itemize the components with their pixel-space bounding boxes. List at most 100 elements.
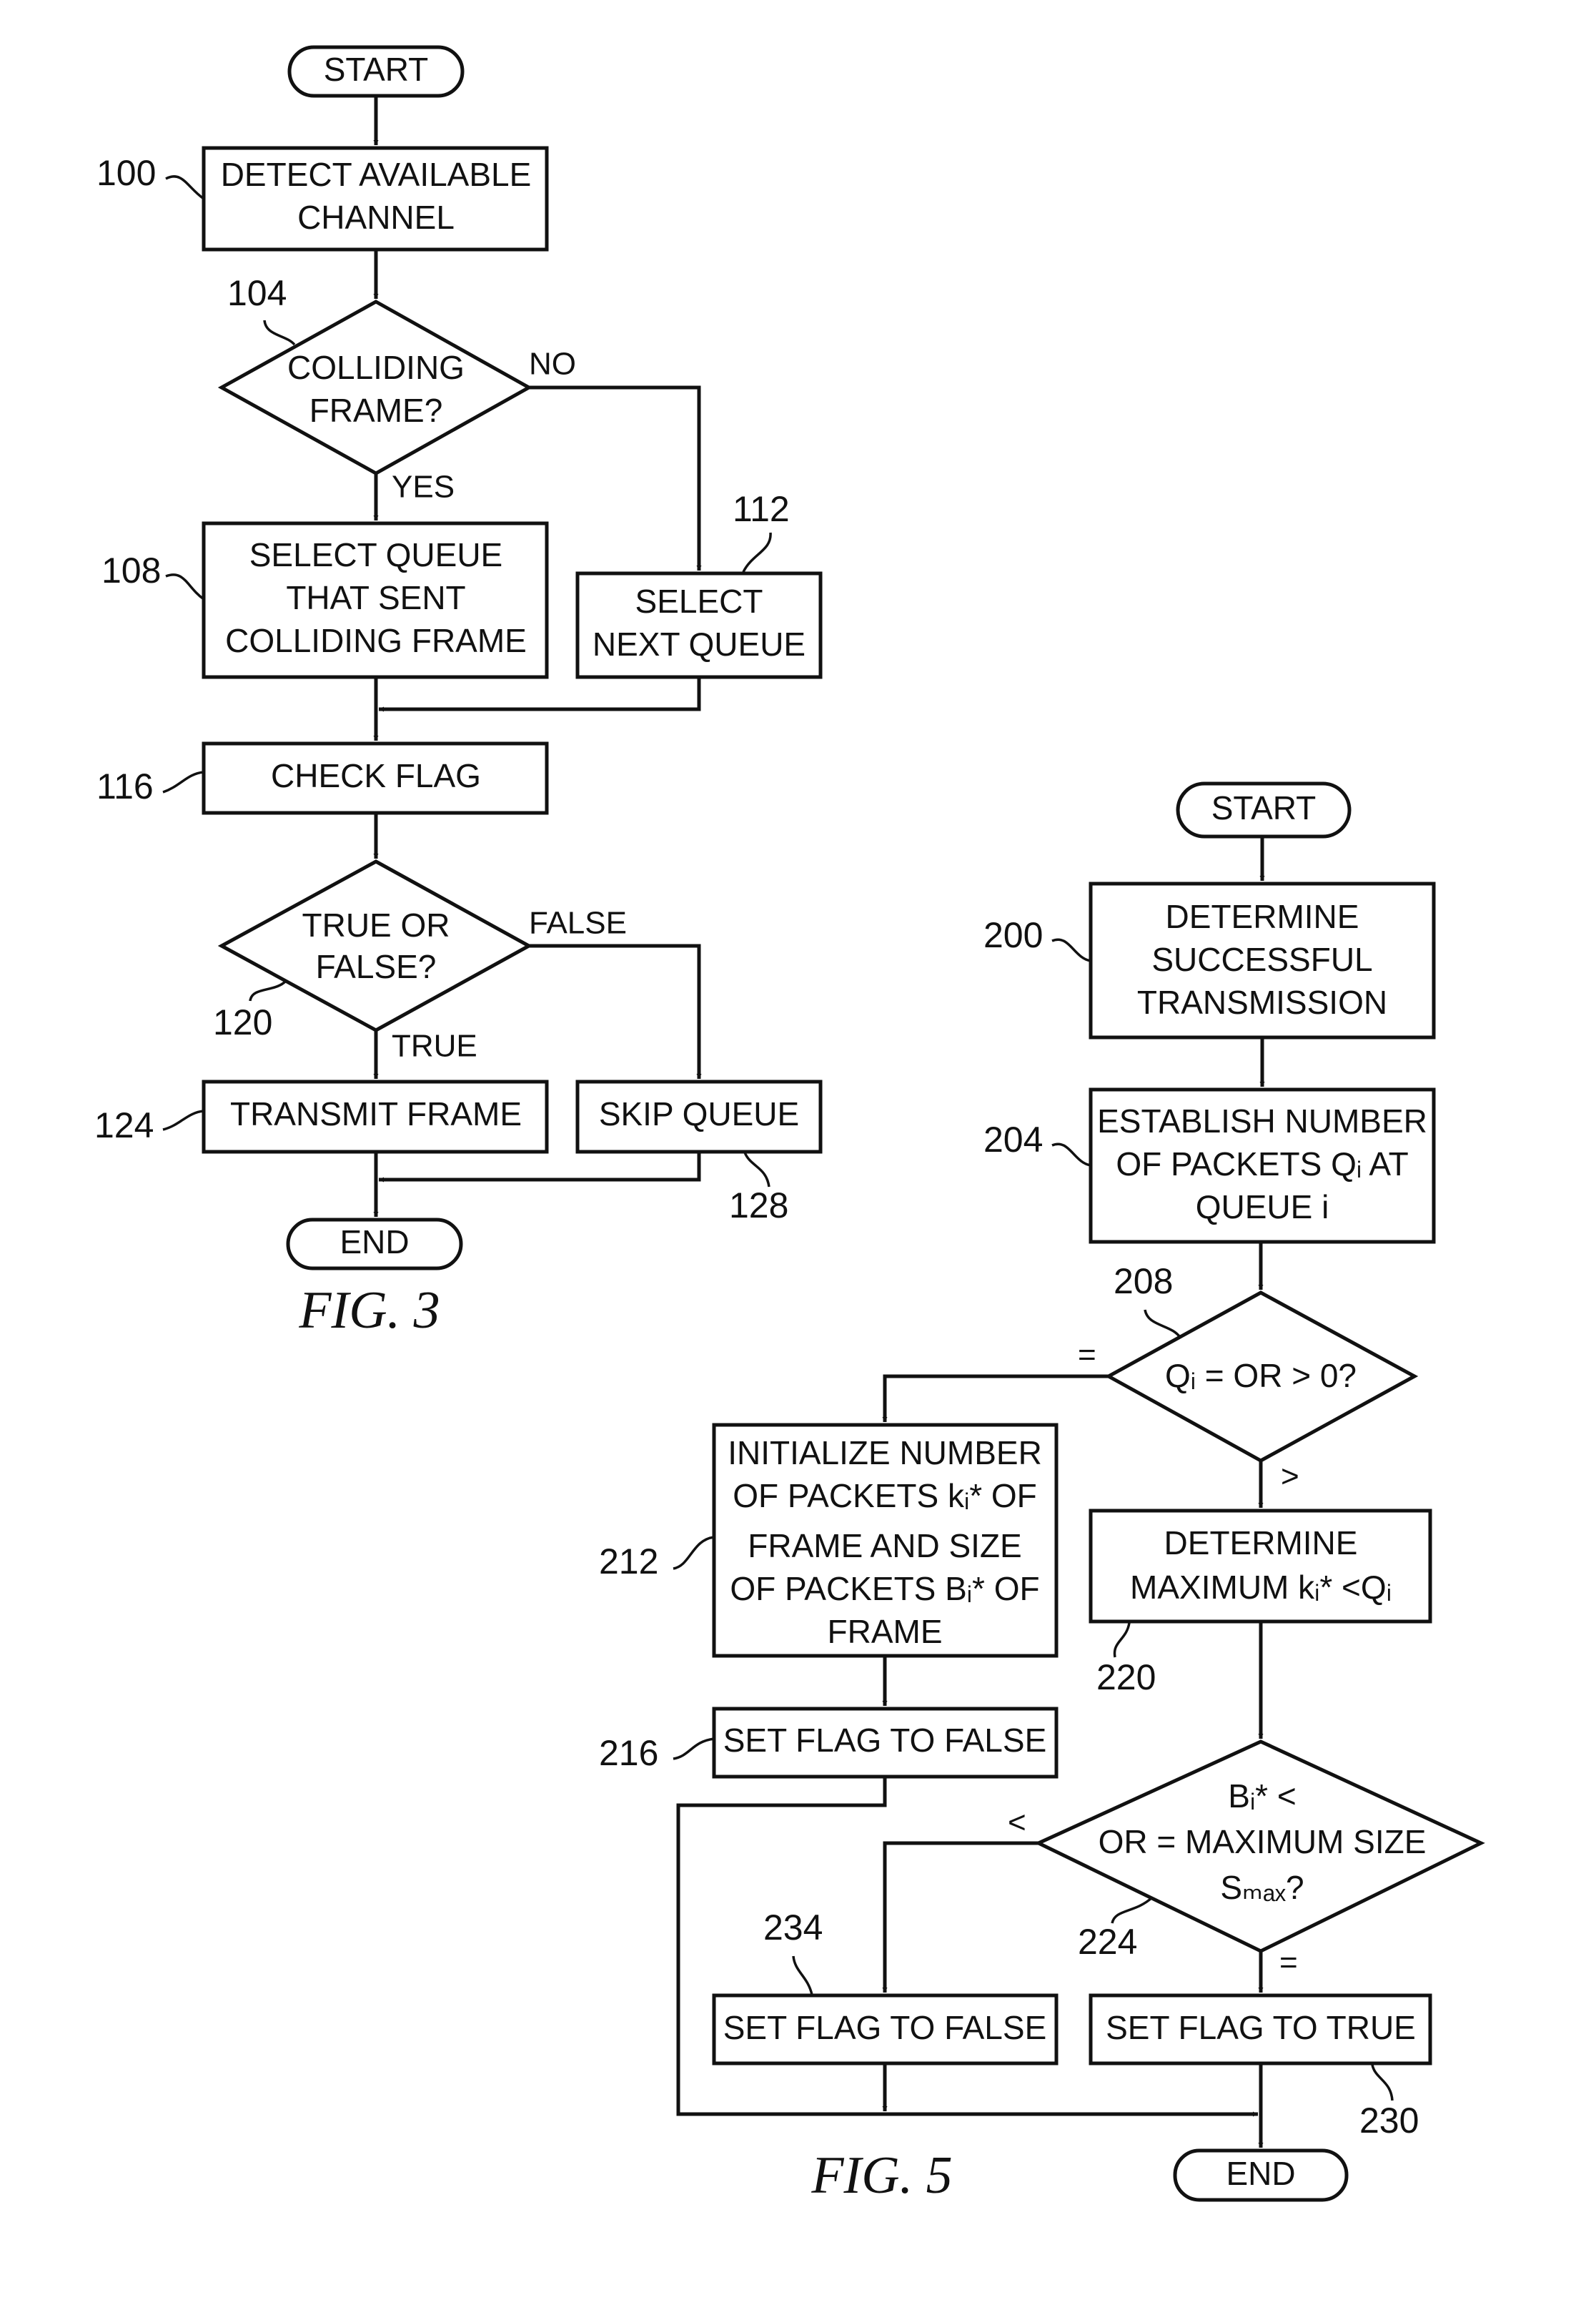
decision-104-line-1: COLLIDING xyxy=(287,349,465,386)
ref-116: 116 xyxy=(96,766,154,806)
fig3-end-label: END xyxy=(339,1223,409,1260)
step-108-line-1: SELECT QUEUE xyxy=(249,536,502,573)
decision-224-lt-label: < xyxy=(1008,1805,1026,1840)
fig5-arrow-224-lt-234 xyxy=(882,1841,1039,1993)
leader-128 xyxy=(743,1152,770,1188)
step-124-line-1: TRANSMIT FRAME xyxy=(230,1095,522,1132)
decision-104-line-2: FRAME? xyxy=(309,392,443,429)
step-100-line-2: CHANNEL xyxy=(297,199,455,236)
ref-234: 234 xyxy=(763,1907,823,1948)
leader-204 xyxy=(1051,1142,1091,1167)
fig5-step-200: DETERMINE SUCCESSFUL TRANSMISSION 200 xyxy=(983,882,1436,1040)
step-108-line-3: COLLIDING FRAME xyxy=(225,622,527,659)
fig3-arrow-128-merge xyxy=(379,1152,701,1183)
fig3-start-label: START xyxy=(324,51,429,88)
step-112-line-2: NEXT QUEUE xyxy=(593,626,806,663)
ref-120: 120 xyxy=(213,1002,272,1042)
ref-200: 200 xyxy=(983,915,1043,955)
leader-100 xyxy=(165,175,205,200)
decision-224-line-3: Sₘₐₓ? xyxy=(1220,1869,1304,1906)
step-216-line-1: SET FLAG TO FALSE xyxy=(723,1722,1047,1759)
leader-224 xyxy=(1111,1896,1154,1924)
leader-124 xyxy=(162,1110,204,1131)
leader-234 xyxy=(792,1955,813,1995)
fig5-flowchart: START DETERMINE SUCCESSFUL TRANSMISSION … xyxy=(599,781,1485,2205)
step-112-line-1: SELECT xyxy=(635,583,763,620)
decision-224-line-2: OR = MAXIMUM SIZE xyxy=(1099,1823,1427,1860)
fig5-step-212: INITIALIZE NUMBER OF PACKETS kᵢ* OF FRAM… xyxy=(599,1423,1059,1658)
step-200-line-2: SUCCESSFUL xyxy=(1151,941,1372,978)
leader-200 xyxy=(1051,938,1091,962)
fig3-arrow-120-false-128 xyxy=(529,944,702,1079)
fig3-flowchart: START DETECT AVAILABLE CHANNEL 100 COLLI… xyxy=(94,45,823,1340)
fig3-step-100: DETECT AVAILABLE CHANNEL 100 xyxy=(96,146,549,252)
decision-120-false-label: FALSE xyxy=(529,906,627,941)
ref-224: 224 xyxy=(1078,1922,1137,1962)
decision-120-line-2: FALSE? xyxy=(316,948,437,985)
step-212-line-5: FRAME xyxy=(828,1613,943,1650)
leader-220 xyxy=(1113,1622,1131,1658)
step-212-line-2: OF PACKETS kᵢ* OF xyxy=(733,1477,1037,1514)
fig5-decision-224: Bᵢ* < OR = MAXIMUM SIZE Sₘₐₓ? 224 < = xyxy=(1008,1739,1485,1980)
leader-212 xyxy=(673,1536,715,1570)
ref-212: 212 xyxy=(599,1541,658,1581)
ref-124: 124 xyxy=(94,1105,154,1145)
step-204-line-2: OF PACKETS Qᵢ AT xyxy=(1116,1145,1408,1183)
decision-208-gt-label: > xyxy=(1281,1459,1299,1494)
fig3-step-116: CHECK FLAG 116 xyxy=(96,741,549,815)
step-234-line-1: SET FLAG TO FALSE xyxy=(723,2009,1047,2046)
decision-208-line-1: Qᵢ = OR > 0? xyxy=(1165,1357,1357,1394)
ref-220: 220 xyxy=(1096,1657,1156,1697)
step-200-line-3: TRANSMISSION xyxy=(1137,984,1387,1021)
fig5-decision-208: Qᵢ = OR > 0? 208 = > xyxy=(1078,1261,1419,1494)
decision-104-no-label: NO xyxy=(529,347,576,382)
step-108-line-2: THAT SENT xyxy=(286,579,465,616)
fig3-end-terminal: END xyxy=(286,1218,463,1270)
decision-120-true-label: TRUE xyxy=(392,1029,477,1064)
ref-216: 216 xyxy=(599,1733,658,1773)
step-212-line-1: INITIALIZE NUMBER xyxy=(728,1434,1042,1471)
leader-104 xyxy=(263,320,296,346)
fig5-caption: FIG. 5 xyxy=(811,2146,952,2205)
step-204-line-3: QUEUE i xyxy=(1196,1188,1329,1225)
leader-230 xyxy=(1371,2064,1394,2101)
fig5-start-label: START xyxy=(1211,789,1317,826)
step-220-line-1: DETERMINE xyxy=(1164,1524,1358,1561)
fig5-arrow-208-eq-212 xyxy=(882,1374,1109,1422)
ref-112: 112 xyxy=(733,489,790,529)
fig3-caption: FIG. 3 xyxy=(298,1281,440,1340)
fig3-decision-120: TRUE OR FALSE? 120 FALSE TRUE xyxy=(213,859,627,1064)
fig5-step-216: SET FLAG TO FALSE 216 xyxy=(599,1707,1059,1779)
patent-flowchart-sheet: marker path { fill: #111; } START DETECT… xyxy=(94,45,1485,2205)
leader-116 xyxy=(162,771,204,794)
leader-216 xyxy=(673,1737,715,1760)
ref-100: 100 xyxy=(96,153,156,193)
step-212-line-3: FRAME AND SIZE xyxy=(748,1527,1021,1564)
fig5-end-terminal: END xyxy=(1173,2148,1349,2202)
step-212-line-4: OF PACKETS Bᵢ* OF xyxy=(730,1570,1039,1607)
fig3-decision-104: COLLIDING FRAME? 104 NO YES xyxy=(217,273,576,505)
step-230-line-1: SET FLAG TO TRUE xyxy=(1106,2009,1416,2046)
ref-204: 204 xyxy=(983,1120,1043,1160)
fig3-arrow-104-no-112 xyxy=(529,385,702,571)
decision-120-line-1: TRUE OR xyxy=(302,907,450,944)
step-128-line-1: SKIP QUEUE xyxy=(599,1095,799,1132)
leader-208 xyxy=(1144,1309,1182,1340)
fig5-step-204: ESTABLISH NUMBER OF PACKETS Qᵢ AT QUEUE … xyxy=(983,1087,1436,1244)
fig3-step-108: SELECT QUEUE THAT SENT COLLIDING FRAME 1… xyxy=(101,521,549,679)
step-100-line-1: DETECT AVAILABLE xyxy=(221,156,532,193)
step-220-line-2: MAXIMUM kᵢ* <Qᵢ xyxy=(1130,1569,1392,1606)
decision-224-eq-label: = xyxy=(1279,1945,1298,1980)
leader-120 xyxy=(249,979,287,1002)
ref-128: 128 xyxy=(729,1185,788,1225)
fig3-start-terminal: START xyxy=(287,45,465,98)
step-116-line-1: CHECK FLAG xyxy=(271,757,481,794)
fig3-step-124: TRANSMIT FRAME 124 xyxy=(94,1080,549,1154)
fig5-end-label: END xyxy=(1226,2155,1295,2192)
ref-104: 104 xyxy=(227,273,287,313)
ref-230: 230 xyxy=(1359,2101,1419,2141)
decision-104-yes-label: YES xyxy=(392,470,455,505)
ref-208: 208 xyxy=(1114,1261,1173,1301)
step-204-line-1: ESTABLISH NUMBER xyxy=(1097,1102,1427,1140)
leader-112 xyxy=(742,532,772,573)
